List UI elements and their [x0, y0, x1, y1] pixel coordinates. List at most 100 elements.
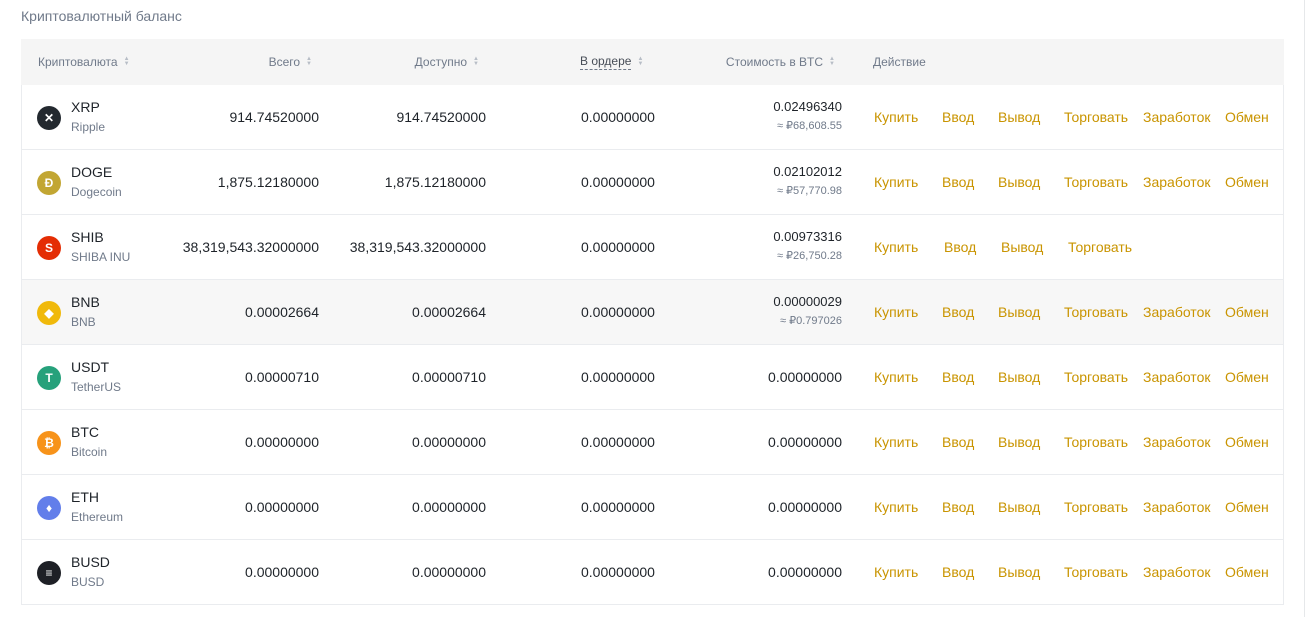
earn-link[interactable]: Заработок	[1143, 499, 1210, 515]
buy-link[interactable]: Купить	[874, 369, 918, 385]
earn-link[interactable]: Заработок	[1143, 564, 1210, 580]
header-total-label: Всего	[268, 55, 301, 69]
buy-link[interactable]: Купить	[874, 304, 918, 320]
convert-link[interactable]: Обмен	[1225, 434, 1269, 450]
trade-link[interactable]: Торговать	[1064, 369, 1128, 385]
sort-icon: ▲ ▼	[123, 56, 130, 67]
total-value: 914.74520000	[229, 109, 319, 125]
buy-link[interactable]: Купить	[874, 109, 918, 125]
earn-link[interactable]: Заработок	[1143, 434, 1210, 450]
convert-link[interactable]: Обмен	[1225, 369, 1269, 385]
available-value: 38,319,543.32000000	[349, 239, 486, 255]
available-value: 914.74520000	[396, 109, 486, 125]
withdraw-link[interactable]: Вывод	[998, 369, 1040, 385]
deposit-link[interactable]: Ввод	[942, 109, 974, 125]
earn-link[interactable]: Заработок	[1143, 109, 1210, 125]
convert-link[interactable]: Обмен	[1225, 564, 1269, 580]
coin-symbol: BUSD	[71, 554, 110, 570]
deposit-link[interactable]: Ввод	[942, 434, 974, 450]
coin-name: Dogecoin	[71, 185, 122, 199]
usdt-icon: T	[37, 366, 61, 390]
btc-value: 0.00000000	[768, 434, 842, 450]
shib-icon: S	[37, 236, 61, 260]
convert-link[interactable]: Обмен	[1225, 304, 1269, 320]
btc-value-cell: 0.00973316 ≈ ₽26,750.28	[642, 215, 842, 279]
btc-value: 0.00000000	[768, 499, 842, 515]
scroll-divider	[1304, 0, 1305, 617]
trade-link[interactable]: Торговать	[1068, 239, 1132, 255]
deposit-link[interactable]: Ввод	[942, 564, 974, 580]
buy-link[interactable]: Купить	[874, 499, 918, 515]
coin-symbol: BNB	[71, 294, 100, 310]
trade-link[interactable]: Торговать	[1064, 174, 1128, 190]
table-row: ◆ BNB BNB 0.00002664 0.00002664 0.00000000 0.0…	[21, 280, 1284, 345]
deposit-link[interactable]: Ввод	[942, 499, 974, 515]
sort-icon: ▲ ▼	[473, 56, 479, 67]
deposit-link[interactable]: Ввод	[942, 304, 974, 320]
btc-value-cell: 0.02496340 ≈ ₽68,608.55	[642, 85, 842, 149]
coin-name: BUSD	[71, 575, 105, 589]
header-coin[interactable]: Криптовалюта ▲ ▼	[38, 39, 130, 85]
header-total[interactable]: Всего ▲ ▼	[181, 39, 312, 85]
available-value: 0.00002664	[412, 304, 486, 320]
table-row: ≡ BUSD BUSD 0.00000000 0.00000000 0.00000000 0…	[21, 540, 1284, 605]
buy-link[interactable]: Купить	[874, 564, 918, 580]
coin-name: BNB	[71, 315, 96, 329]
coin-name: TetherUS	[71, 380, 122, 394]
xrp-icon: ✕	[37, 106, 61, 130]
total-value: 0.00002664	[245, 304, 319, 320]
trade-link[interactable]: Торговать	[1064, 109, 1128, 125]
available-value: 0.00000000	[412, 499, 486, 515]
doge-icon: Ð	[37, 171, 61, 195]
deposit-link[interactable]: Ввод	[942, 174, 974, 190]
coin-name: Ripple	[71, 120, 106, 134]
convert-link[interactable]: Обмен	[1225, 174, 1269, 190]
eth-icon: ♦	[37, 496, 61, 520]
withdraw-link[interactable]: Вывод	[1001, 239, 1043, 255]
table-row: ✕ XRP Ripple 914.74520000 914.74520000 0.0000…	[21, 85, 1284, 150]
table-row: ₿ BTC Bitcoin 0.00000000 0.00000000 0.0000000…	[21, 410, 1284, 475]
withdraw-link[interactable]: Вывод	[998, 174, 1040, 190]
earn-link[interactable]: Заработок	[1143, 174, 1210, 190]
sort-icon: ▲ ▼	[306, 56, 312, 67]
btc-icon: ₿	[37, 431, 61, 455]
available-value: 1,875.12180000	[384, 174, 486, 190]
buy-link[interactable]: Купить	[874, 434, 918, 450]
withdraw-link[interactable]: Вывод	[998, 304, 1040, 320]
trade-link[interactable]: Торговать	[1064, 499, 1128, 515]
coin-name: Bitcoin	[71, 445, 108, 459]
btc-value-cell: 0.00000000	[642, 345, 842, 409]
header-available[interactable]: Доступно ▲ ▼	[351, 39, 479, 85]
available-value: 0.00000000	[412, 564, 486, 580]
buy-link[interactable]: Купить	[874, 174, 918, 190]
page-title: Криптовалютный баланс	[21, 8, 182, 24]
withdraw-link[interactable]: Вывод	[998, 109, 1040, 125]
deposit-link[interactable]: Ввод	[944, 239, 976, 255]
convert-link[interactable]: Обмен	[1225, 109, 1269, 125]
rub-value: ≈ ₽26,750.28	[776, 250, 842, 262]
total-value: 0.00000000	[245, 434, 319, 450]
rub-value: ≈ ₽0.797026	[780, 315, 842, 327]
header-in-order[interactable]: В ордере ▲ ▼	[580, 39, 643, 85]
header-action-label: Действие	[873, 55, 926, 69]
withdraw-link[interactable]: Вывод	[998, 499, 1040, 515]
total-value: 0.00000710	[245, 369, 319, 385]
earn-link[interactable]: Заработок	[1143, 304, 1210, 320]
earn-link[interactable]: Заработок	[1143, 369, 1210, 385]
header-btc-value[interactable]: Стоимость в BTC ▲ ▼	[661, 39, 835, 85]
table-header: Криптовалюта ▲ ▼ Всего ▲ ▼ Доступно ▲ ▼ В о…	[21, 39, 1284, 85]
withdraw-link[interactable]: Вывод	[998, 434, 1040, 450]
convert-link[interactable]: Обмен	[1225, 499, 1269, 515]
trade-link[interactable]: Торговать	[1064, 564, 1128, 580]
rub-value: ≈ ₽57,770.98	[776, 185, 842, 197]
coin-name: SHIBA INU	[71, 250, 131, 264]
trade-link[interactable]: Торговать	[1064, 434, 1128, 450]
deposit-link[interactable]: Ввод	[942, 369, 974, 385]
trade-link[interactable]: Торговать	[1064, 304, 1128, 320]
btc-value-cell: 0.00000000	[642, 540, 842, 604]
buy-link[interactable]: Купить	[874, 239, 918, 255]
withdraw-link[interactable]: Вывод	[998, 564, 1040, 580]
btc-value-cell: 0.00000029 ≈ ₽0.797026	[642, 280, 842, 344]
table-row: T USDT TetherUS 0.00000710 0.00000710 0.00000…	[21, 345, 1284, 410]
total-value: 0.00000000	[245, 499, 319, 515]
